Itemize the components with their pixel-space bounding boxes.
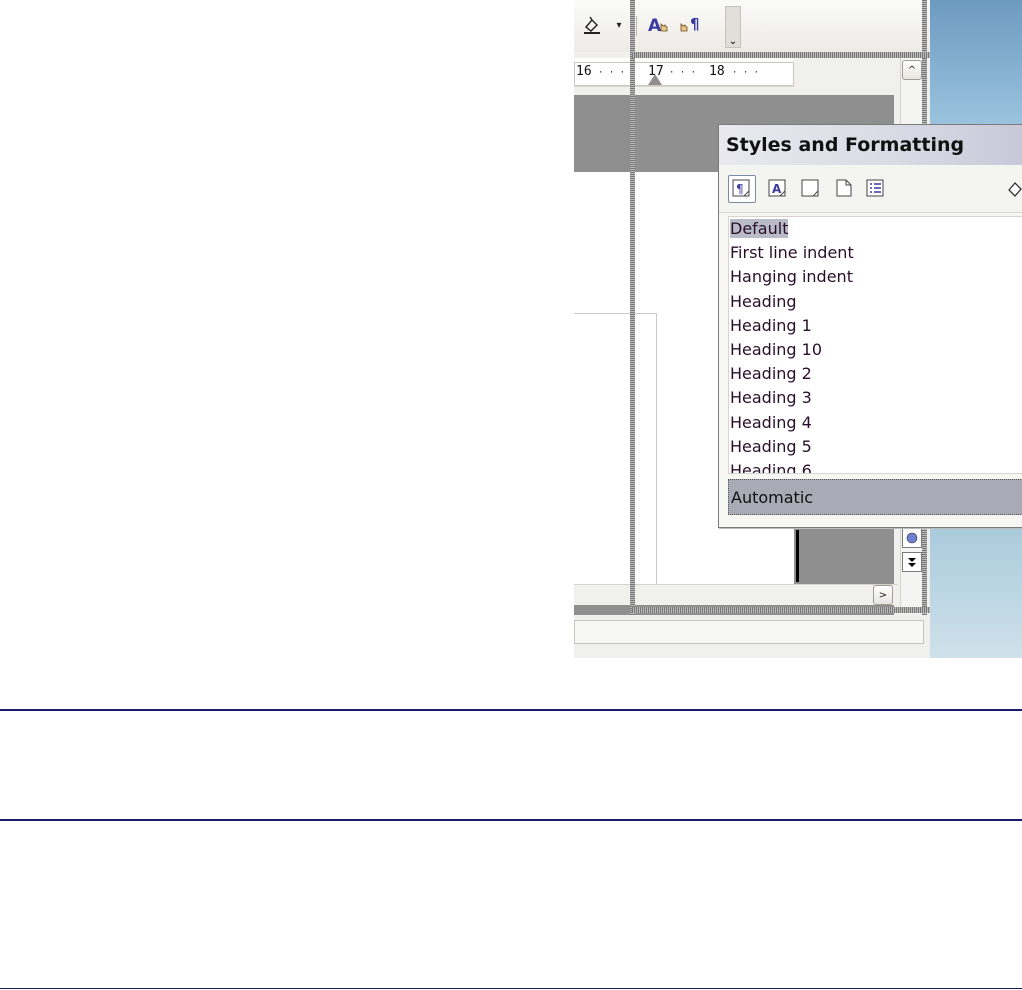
style-family-toolbar: ¶ A: [719, 166, 1022, 213]
style-item-heading-5[interactable]: Heading 5: [729, 435, 1022, 459]
style-item-heading[interactable]: Heading: [729, 290, 1022, 314]
style-item-heading-3[interactable]: Heading 3: [729, 386, 1022, 410]
styles-formatting-panel: Styles and Formatting ¶ A Default First …: [718, 124, 1022, 528]
horizontal-rule-top: [0, 709, 1022, 711]
ruler-ticks: · · ·: [732, 68, 760, 78]
scroll-right-button[interactable]: >: [873, 585, 893, 605]
style-item-heading-4[interactable]: Heading 4: [729, 411, 1022, 435]
formatting-marks-icon[interactable]: ¶: [678, 14, 708, 36]
horizontal-ruler: 16 · · · 17 · · · 18 · · ·: [574, 58, 794, 87]
toolbar-separator: [636, 16, 637, 36]
style-item-hanging-indent[interactable]: Hanging indent: [729, 265, 1022, 289]
chevron-right-icon: >: [878, 589, 888, 601]
dock-buttons: [902, 528, 922, 576]
ruler-ticks: · · ·: [669, 68, 697, 78]
character-styles-icon[interactable]: A: [764, 175, 792, 203]
paint-bucket-icon[interactable]: [580, 14, 604, 36]
screenshot: ▾ A ¶ ⌄ 16 · · · 17 · · · 18 · · · ^ > S…: [574, 0, 1022, 658]
dock-frame-top: [632, 52, 930, 58]
svg-text:¶: ¶: [690, 15, 700, 33]
fill-format-mode-icon[interactable]: [1001, 175, 1022, 203]
style-item-default[interactable]: Default: [729, 217, 1022, 241]
status-field: [574, 620, 924, 644]
ruler-label-18: 18: [709, 64, 725, 79]
formatting-toolbar: ▾ A ¶ ⌄: [574, 0, 930, 52]
auto-spellcheck-icon[interactable]: A: [646, 14, 674, 36]
double-chevron-down-icon[interactable]: [902, 552, 922, 572]
style-item-heading-1[interactable]: Heading 1: [729, 314, 1022, 338]
frame-styles-icon[interactable]: [797, 175, 825, 203]
scroll-up-button[interactable]: ^: [902, 60, 922, 80]
style-item-first-line-indent[interactable]: First line indent: [729, 241, 1022, 265]
ruler-label-16: 16: [576, 64, 592, 79]
list-styles-icon[interactable]: [862, 175, 890, 203]
svg-text:A: A: [772, 182, 782, 196]
style-filter-select[interactable]: Automatic: [728, 479, 1022, 515]
svg-text:¶: ¶: [736, 182, 744, 196]
horizontal-rule-bottom: [0, 988, 1022, 989]
horizontal-rule-middle: [0, 819, 1022, 821]
dock-frame-left: [630, 0, 635, 615]
ruler-ticks: · · ·: [598, 68, 626, 78]
toolbar-overflow-button[interactable]: ⌄: [725, 6, 741, 48]
navigator-dot-icon[interactable]: [902, 528, 922, 548]
styles-list[interactable]: Default First line indent Hanging indent…: [728, 216, 1022, 474]
overflow-arrow: ⌄: [728, 36, 738, 47]
style-item-heading-2[interactable]: Heading 2: [729, 362, 1022, 386]
status-bar: [574, 616, 924, 646]
chevron-down-icon[interactable]: ▾: [612, 14, 626, 36]
page-styles-icon[interactable]: [830, 175, 858, 203]
style-item-heading-10[interactable]: Heading 10: [729, 338, 1022, 362]
paragraph-styles-icon[interactable]: ¶: [728, 175, 756, 203]
svg-text:A: A: [648, 16, 662, 36]
style-item-heading-6[interactable]: Heading 6: [729, 459, 1022, 473]
chevron-up-icon: ^: [907, 64, 917, 76]
text-boundary: [574, 313, 657, 584]
indent-marker[interactable]: [648, 74, 662, 85]
dock-frame-bottom: [632, 607, 930, 613]
panel-title[interactable]: Styles and Formatting: [719, 125, 1022, 165]
horizontal-scrollbar[interactable]: >: [574, 584, 898, 605]
page-edge: [796, 530, 799, 582]
